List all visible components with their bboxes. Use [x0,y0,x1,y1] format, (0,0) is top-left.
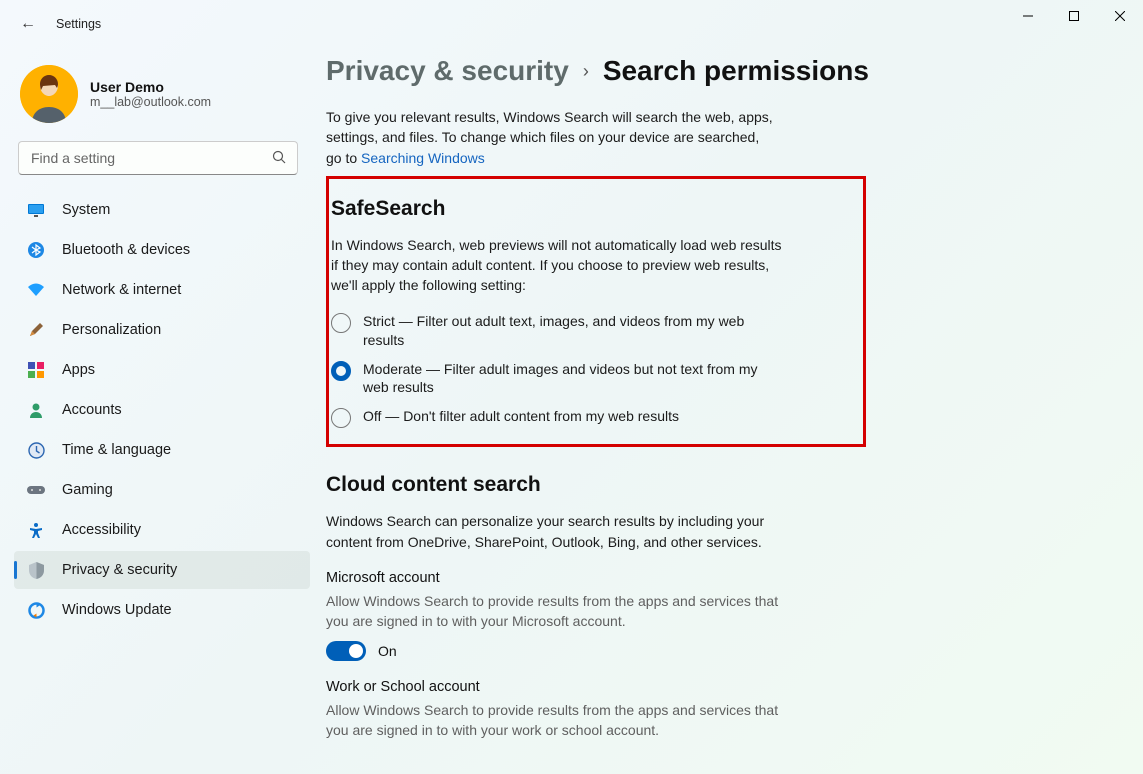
radio-icon [331,361,351,381]
ms-account-desc: Allow Windows Search to provide results … [326,592,786,631]
user-email: m__lab@outlook.com [90,95,211,109]
cloud-title: Cloud content search [326,473,786,497]
window-title: Settings [56,17,101,31]
wifi-icon [26,280,46,300]
safesearch-options: Strict — Filter out adult text, images, … [331,312,847,429]
sidebar-item-apps[interactable]: Apps [14,351,310,389]
radio-label: Moderate — Filter adult images and video… [363,360,763,398]
shield-icon [26,560,46,580]
sidebar-item-label: Accounts [62,402,122,418]
searching-windows-link[interactable]: Searching Windows [361,150,485,166]
close-button[interactable] [1097,0,1143,32]
sidebar-item-personalization[interactable]: Personalization [14,311,310,349]
maximize-button[interactable] [1051,0,1097,32]
accessibility-icon [26,520,46,540]
sidebar-item-label: Windows Update [62,602,172,618]
sidebar-item-label: Time & language [62,442,171,458]
sidebar-item-label: Bluetooth & devices [62,242,190,258]
sidebar-item-time[interactable]: Time & language [14,431,310,469]
sidebar-item-accessibility[interactable]: Accessibility [14,511,310,549]
toggle-label: On [378,643,397,659]
sidebar-item-label: Network & internet [62,282,181,298]
sidebar-item-bluetooth[interactable]: Bluetooth & devices [14,231,310,269]
bluetooth-icon [26,240,46,260]
intro-text: To give you relevant results, Windows Se… [326,107,776,168]
sidebar-item-label: Personalization [62,322,161,338]
search-input[interactable] [18,141,298,175]
ms-account-title: Microsoft account [326,570,786,586]
paintbrush-icon [26,320,46,340]
safesearch-highlight: SafeSearch In Windows Search, web previe… [326,176,866,447]
back-button[interactable]: ← [20,15,36,33]
gamepad-icon [26,480,46,500]
sidebar-item-gaming[interactable]: Gaming [14,471,310,509]
sidebar-item-label: Gaming [62,482,113,498]
search-icon [272,150,286,167]
user-name: User Demo [90,79,211,95]
sidebar-item-label: System [62,202,110,218]
cloud-desc: Windows Search can personalize your sear… [326,511,786,552]
update-icon [26,600,46,620]
breadcrumb-parent[interactable]: Privacy & security [326,55,569,87]
sidebar-item-update[interactable]: Windows Update [14,591,310,629]
safesearch-desc: In Windows Search, web previews will not… [331,235,791,296]
avatar [20,65,78,123]
monitor-icon [26,200,46,220]
page-title: Search permissions [603,55,869,87]
sidebar-item-network[interactable]: Network & internet [14,271,310,309]
work-account-desc: Allow Windows Search to provide results … [326,701,786,740]
sidebar-item-label: Apps [62,362,95,378]
sidebar-item-label: Privacy & security [62,562,177,578]
breadcrumb: Privacy & security › Search permissions [326,55,1123,87]
safesearch-title: SafeSearch [331,197,847,221]
safesearch-option-moderate[interactable]: Moderate — Filter adult images and video… [331,360,847,398]
sidebar-item-privacy[interactable]: Privacy & security [14,551,310,589]
chevron-right-icon: › [583,61,589,82]
clock-icon [26,440,46,460]
safesearch-option-strict[interactable]: Strict — Filter out adult text, images, … [331,312,847,350]
user-profile[interactable]: User Demo m__lab@outlook.com [10,55,310,141]
ms-account-toggle[interactable] [326,641,366,661]
minimize-button[interactable] [1005,0,1051,32]
radio-label: Off — Don't filter adult content from my… [363,407,679,426]
safesearch-option-off[interactable]: Off — Don't filter adult content from my… [331,407,847,428]
radio-icon [331,313,351,333]
radio-icon [331,408,351,428]
work-account-title: Work or School account [326,679,786,695]
apps-icon [26,360,46,380]
sidebar-item-label: Accessibility [62,522,141,538]
person-icon [26,400,46,420]
sidebar-item-system[interactable]: System [14,191,310,229]
radio-label: Strict — Filter out adult text, images, … [363,312,763,350]
sidebar-item-accounts[interactable]: Accounts [14,391,310,429]
